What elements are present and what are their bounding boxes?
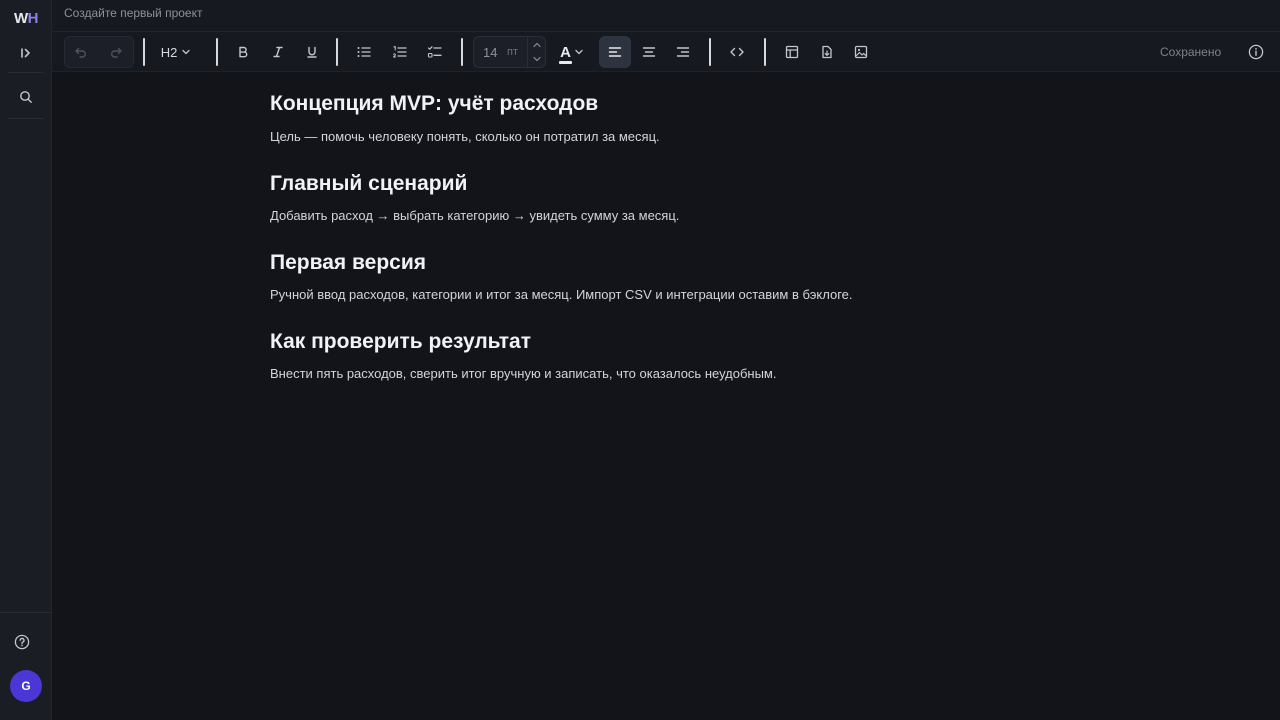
image-icon [854,45,868,59]
redo-button[interactable] [100,36,132,68]
paragraph[interactable]: Внести пять расходов, сверить итог вручн… [270,364,776,384]
checklist-button[interactable] [419,36,451,68]
chevron-up-icon[interactable] [532,40,542,50]
undo-button[interactable] [65,36,97,68]
code-icon [730,47,744,57]
checklist-icon [427,46,442,58]
align-left-icon [608,47,622,57]
toolbar-divider [461,38,463,66]
bold-button[interactable] [227,36,259,68]
paragraph[interactable]: Ручной ввод расходов, категории и итог з… [270,285,853,305]
chevron-down-icon [182,49,190,55]
save-status: Сохранено [1160,45,1222,59]
align-right-button[interactable] [667,36,699,68]
toolbar-divider [764,38,766,66]
font-size-spinner [527,37,545,67]
sidebar-divider [8,72,44,73]
font-size-value: 14 [483,45,498,60]
toolbar-divider [336,38,338,66]
bullet-list-button[interactable] [348,36,380,68]
project-selector[interactable]: Создайте первый проект [64,6,202,20]
align-left-button[interactable] [599,36,631,68]
section-heading[interactable]: Главный сценарий [270,168,467,200]
underline-button[interactable] [296,36,328,68]
insert-file-button[interactable] [811,36,843,68]
toolbar-divider [216,38,218,66]
table-icon [785,45,799,59]
toolbar-divider [709,38,711,66]
heading-level-select[interactable]: H2 [154,36,198,68]
section-heading[interactable]: Первая версия [270,247,426,279]
sidebar-divider [8,118,44,119]
italic-icon [273,46,283,58]
heading-level-value: H2 [160,44,178,60]
numbered-list-button[interactable] [384,36,416,68]
bullet-list-icon [357,47,371,57]
paragraph[interactable]: Добавить расход → выбрать категорию → ув… [270,206,679,226]
align-center-button[interactable] [633,36,665,68]
undo-icon [75,47,86,58]
avatar[interactable]: G [10,670,42,702]
sidebar-expand-icon [21,48,30,58]
underline-icon [307,46,317,58]
chevron-down-icon[interactable] [532,54,542,64]
paragraph[interactable]: Цель — помочь человеку понять, сколько о… [270,127,660,147]
align-right-icon [676,47,690,57]
text-color-button[interactable]: A [552,36,592,68]
file-download-icon [822,45,832,59]
search-icon [20,91,32,103]
help-button[interactable] [8,628,36,656]
logo-letter-h: H [27,9,39,27]
font-size-stepper[interactable]: 14 пт [473,36,546,68]
font-size-unit: пт [507,46,518,58]
editor-toolbar: H2 14 пт A Сохранено [52,32,1280,72]
top-bar: Создайте первый проект [52,0,1280,32]
help-icon [14,634,30,650]
text-color-glyph: A [560,43,571,61]
code-button[interactable] [721,36,753,68]
sidebar: WH G [0,0,52,720]
text-color-icon: A [559,43,572,64]
document-title[interactable]: Концепция MVP: учёт расходов [270,88,598,120]
italic-button[interactable] [262,36,294,68]
section-heading[interactable]: Как проверить результат [270,326,531,358]
insert-table-button[interactable] [776,36,808,68]
info-button[interactable] [1240,36,1272,68]
redo-icon [111,47,122,58]
sidebar-expand-button[interactable] [12,39,40,67]
numbered-list-icon [393,45,407,58]
info-icon [1248,44,1264,60]
toolbar-divider [143,38,145,66]
app-logo[interactable]: WH [0,0,52,36]
search-button[interactable] [12,83,40,111]
chevron-down-icon [575,49,583,55]
insert-image-button[interactable] [845,36,877,68]
align-center-icon [642,47,656,57]
text-color-swatch [559,60,572,64]
bold-icon [239,46,248,58]
logo-letter-w: W [13,9,28,27]
